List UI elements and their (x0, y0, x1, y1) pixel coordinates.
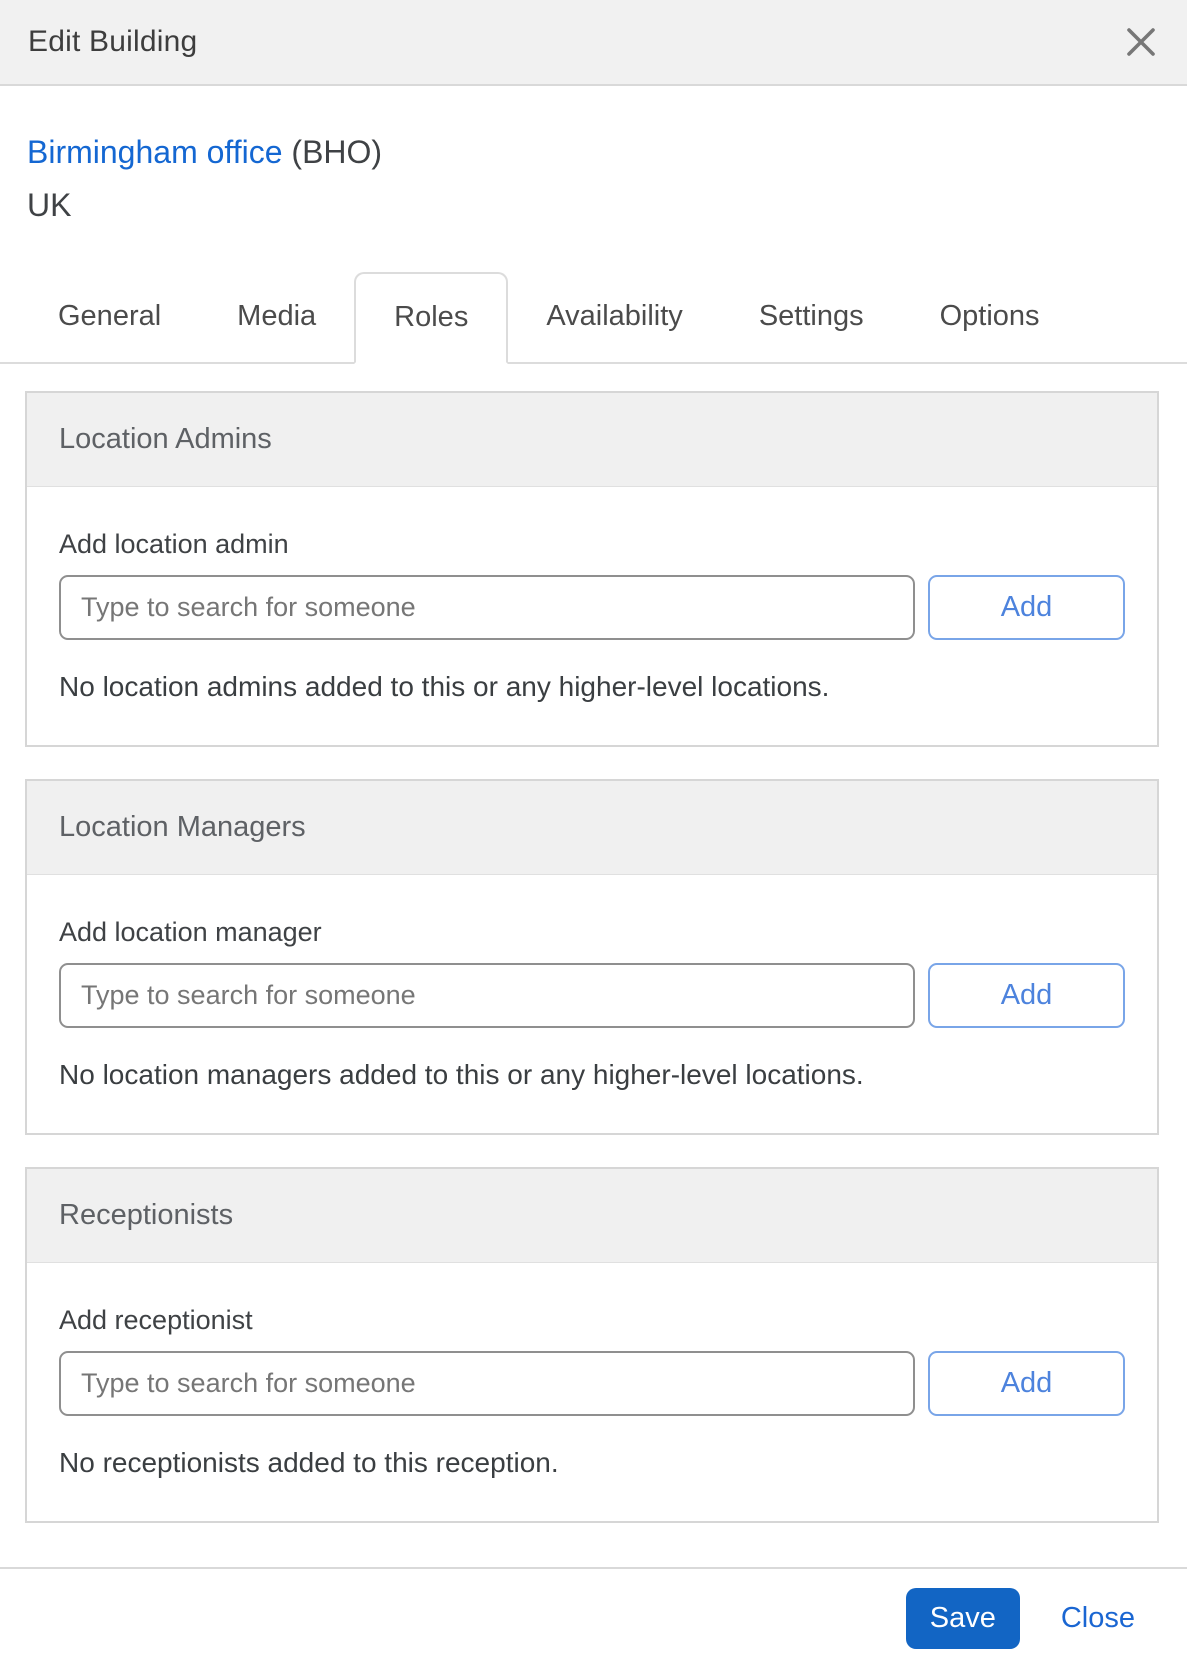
building-country: UK (27, 187, 72, 224)
location-admins-body: Add location admin Add No location admin… (27, 487, 1157, 745)
dialog-header: Edit Building (0, 0, 1187, 86)
add-location-admin-button[interactable]: Add (928, 574, 1125, 640)
receptionists-panel: Receptionists Add receptionist Add No re… (25, 1166, 1159, 1523)
building-name-link[interactable]: Birmingham office (27, 134, 283, 170)
roles-tab-content: Location Admins Add location admin Add N… (0, 364, 1187, 1523)
add-receptionist-row: Add (59, 1350, 1125, 1416)
add-receptionist-label: Add receptionist (59, 1304, 253, 1335)
receptionists-header: Receptionists (27, 1168, 1157, 1263)
receptionists-empty-text: No receptionists added to this reception… (59, 1446, 559, 1478)
receptionist-search-input[interactable] (59, 1350, 915, 1416)
dialog-footer: Save Close (0, 1567, 1187, 1668)
add-location-admin-label: Add location admin (59, 528, 289, 559)
tab-roles[interactable]: Roles (354, 271, 509, 364)
close-icon[interactable] (1124, 25, 1158, 59)
location-manager-search-input[interactable] (59, 962, 915, 1028)
add-location-manager-button[interactable]: Add (928, 962, 1125, 1028)
save-button[interactable]: Save (905, 1588, 1020, 1649)
building-name-block: Birmingham office (BHO) UK (27, 133, 1159, 225)
close-button[interactable]: Close (1061, 1602, 1135, 1635)
tab-media[interactable]: Media (199, 272, 354, 362)
location-managers-header: Location Managers (27, 780, 1157, 875)
location-admins-empty-text: No location admins added to this or any … (59, 670, 830, 702)
location-managers-empty-text: No location managers added to this or an… (59, 1058, 864, 1090)
building-code-text: (BHO) (291, 134, 383, 170)
location-admins-panel: Location Admins Add location admin Add N… (25, 390, 1159, 747)
location-managers-panel: Location Managers Add location manager A… (25, 778, 1159, 1135)
location-admin-search-input[interactable] (59, 574, 915, 640)
tab-availability[interactable]: Availability (508, 272, 720, 362)
tab-general[interactable]: General (20, 272, 199, 362)
receptionists-body: Add receptionist Add No receptionists ad… (27, 1263, 1157, 1521)
tab-bar: General Media Roles Availability Setting… (0, 271, 1187, 364)
tab-options[interactable]: Options (902, 272, 1078, 362)
add-location-manager-label: Add location manager (59, 916, 322, 947)
location-managers-body: Add location manager Add No location man… (27, 875, 1157, 1133)
add-receptionist-button[interactable]: Add (928, 1350, 1125, 1416)
add-location-manager-row: Add (59, 962, 1125, 1028)
tab-settings[interactable]: Settings (721, 272, 902, 362)
location-admins-header: Location Admins (27, 392, 1157, 487)
edit-building-dialog: Edit Building Birmingham office (BHO) UK… (0, 0, 1187, 1668)
dialog-title: Edit Building (28, 25, 198, 58)
add-location-admin-row: Add (59, 574, 1125, 640)
